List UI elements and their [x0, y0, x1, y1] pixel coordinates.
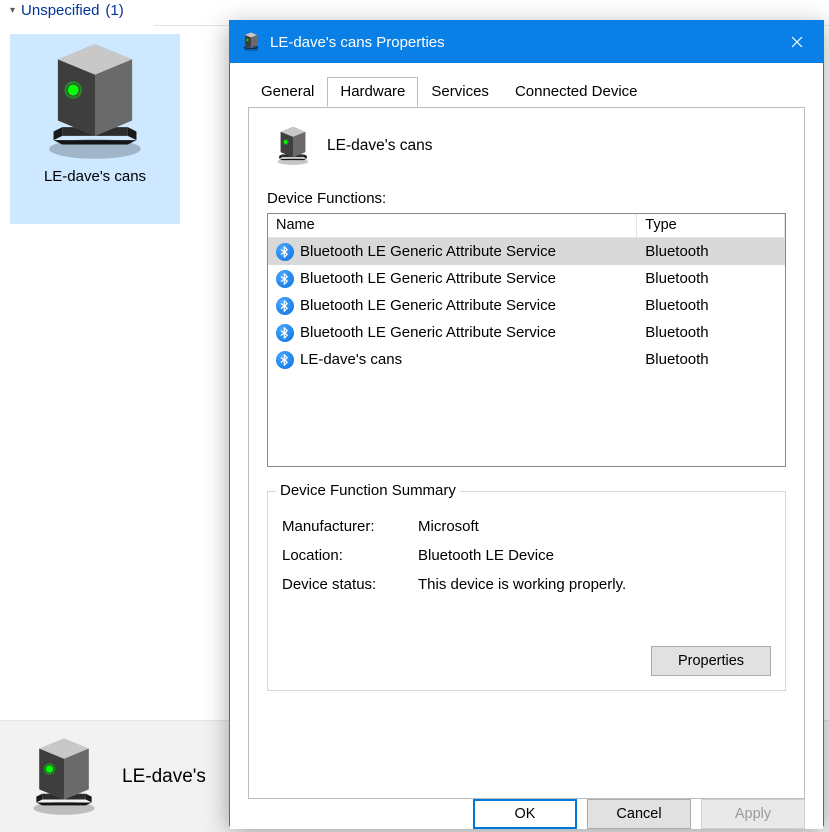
row-type: Bluetooth	[645, 297, 708, 314]
device-functions-label: Device Functions:	[267, 190, 786, 207]
bluetooth-icon	[276, 270, 294, 288]
properties-button[interactable]: Properties	[651, 646, 771, 676]
list-header: Name Type	[268, 214, 785, 238]
properties-dialog: LE-dave's cans Properties General Hardwa…	[229, 20, 824, 826]
device-icon	[40, 42, 150, 162]
column-type[interactable]: Type	[637, 214, 785, 238]
table-row[interactable]: Bluetooth LE Generic Attribute Service Bl…	[268, 265, 785, 292]
chevron-down-icon: ▾	[10, 5, 15, 16]
row-name: Bluetooth LE Generic Attribute Service	[300, 243, 556, 260]
manufacturer-value: Microsoft	[418, 518, 479, 535]
group-header[interactable]: ▾ Unspecified (1)	[10, 2, 124, 19]
apply-button[interactable]: Apply	[701, 799, 805, 829]
table-row[interactable]: Bluetooth LE Generic Attribute Service Bl…	[268, 292, 785, 319]
device-icon	[242, 32, 260, 52]
column-name[interactable]: Name	[268, 214, 637, 238]
row-type: Bluetooth	[645, 270, 708, 287]
table-row[interactable]: LE-dave's cans Bluetooth	[268, 346, 785, 373]
row-name: Bluetooth LE Generic Attribute Service	[300, 324, 556, 341]
dialog-button-row: OK Cancel Apply	[230, 799, 823, 829]
device-icon	[273, 126, 313, 166]
bluetooth-icon	[276, 243, 294, 261]
device-status-value: This device is working properly.	[418, 576, 626, 593]
window-title: LE-dave's cans Properties	[270, 34, 445, 51]
close-button[interactable]	[771, 21, 823, 63]
device-icon	[24, 737, 104, 817]
summary-title: Device Function Summary	[276, 482, 460, 499]
bluetooth-icon	[276, 351, 294, 369]
close-icon	[791, 36, 803, 48]
device-function-summary: Device Function Summary Manufacturer: Mi…	[267, 491, 786, 691]
row-name: LE-dave's cans	[300, 351, 402, 368]
row-name: Bluetooth LE Generic Attribute Service	[300, 297, 556, 314]
manufacturer-label: Manufacturer:	[282, 518, 418, 535]
table-row[interactable]: Bluetooth LE Generic Attribute Service Bl…	[268, 238, 785, 265]
location-value: Bluetooth LE Device	[418, 547, 554, 564]
group-name: Unspecified	[21, 2, 99, 19]
row-name: Bluetooth LE Generic Attribute Service	[300, 270, 556, 287]
tab-hardware[interactable]: Hardware	[327, 77, 418, 107]
device-status-label: Device status:	[282, 576, 418, 593]
bluetooth-icon	[276, 297, 294, 315]
row-type: Bluetooth	[645, 351, 708, 368]
table-row[interactable]: Bluetooth LE Generic Attribute Service Bl…	[268, 319, 785, 346]
group-count: (1)	[105, 2, 123, 19]
details-device-name: LE-dave's	[122, 766, 206, 788]
tabstrip: General Hardware Services Connected Devi…	[248, 77, 805, 107]
titlebar[interactable]: LE-dave's cans Properties	[230, 21, 823, 63]
ok-button[interactable]: OK	[473, 799, 577, 829]
cancel-button[interactable]: Cancel	[587, 799, 691, 829]
device-tile[interactable]: LE-dave's cans	[10, 34, 180, 224]
hardware-panel: LE-dave's cans Device Functions: Name Ty…	[248, 107, 805, 799]
row-type: Bluetooth	[645, 243, 708, 260]
device-name: LE-dave's cans	[327, 137, 433, 155]
tab-connected[interactable]: Connected Device	[502, 78, 651, 108]
tab-services[interactable]: Services	[418, 78, 502, 108]
device-functions-list[interactable]: Name Type Bluetooth LE Generic Attribute…	[267, 213, 786, 467]
location-label: Location:	[282, 547, 418, 564]
tab-general[interactable]: General	[248, 78, 327, 108]
bluetooth-icon	[276, 324, 294, 342]
device-tile-label: LE-dave's cans	[38, 168, 152, 185]
row-type: Bluetooth	[645, 324, 708, 341]
